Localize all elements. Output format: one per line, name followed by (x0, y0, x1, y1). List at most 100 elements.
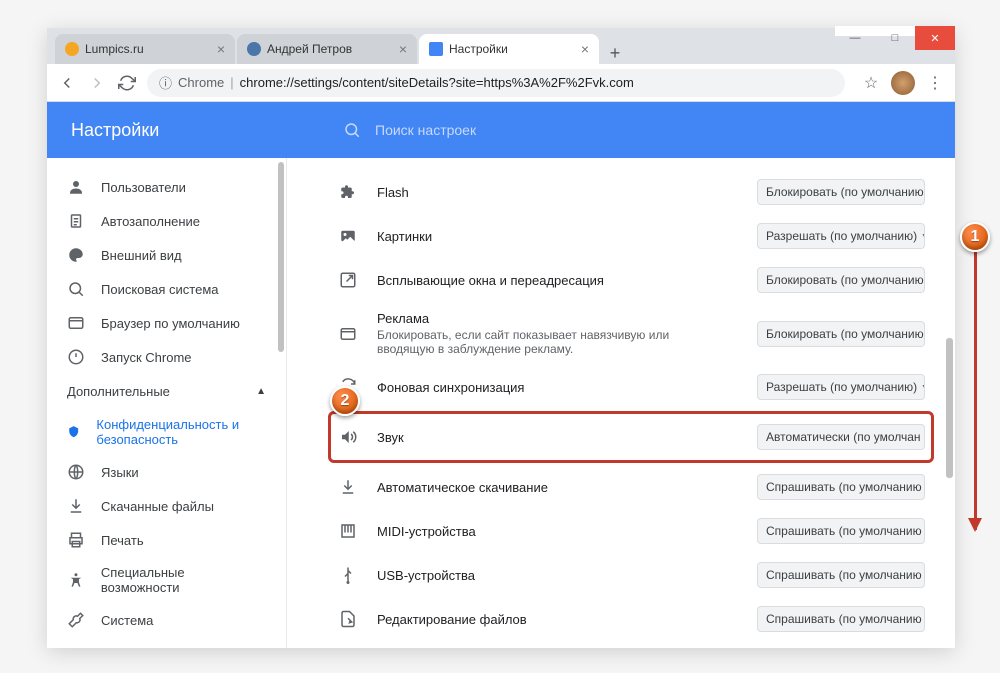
favicon-icon (65, 42, 79, 56)
back-button[interactable] (57, 73, 77, 93)
permission-row-puzzle: Доступ к плагинам вне тестовой средыСпра… (331, 641, 931, 648)
info-icon: ⓘ (159, 73, 172, 92)
sidebar-item-autofill[interactable]: Автозаполнение (47, 204, 286, 238)
reload-button[interactable] (117, 73, 137, 93)
sidebar-label: Внешний вид (101, 248, 182, 263)
image-icon (337, 227, 359, 245)
close-tab-icon[interactable]: × (217, 41, 225, 57)
popup-icon (337, 271, 359, 289)
profile-avatar[interactable] (891, 71, 915, 95)
permission-label: MIDI-устройства (377, 524, 757, 539)
tab-settings[interactable]: Настройки × (419, 34, 599, 64)
permission-label: Всплывающие окна и переадресация (377, 273, 757, 288)
clipboard-icon (67, 212, 85, 230)
dl-icon (337, 478, 359, 496)
forward-button[interactable] (87, 73, 107, 93)
close-tab-icon[interactable]: × (581, 41, 589, 57)
palette-icon (67, 246, 85, 264)
sidebar-item-system[interactable]: Система (47, 603, 286, 637)
browser-toolbar: ⓘ Chrome | chrome://settings/content/sit… (47, 64, 955, 102)
settings-search[interactable]: Поиск настроек (297, 121, 955, 139)
tab-vk[interactable]: Андрей Петров × (237, 34, 417, 64)
permission-row-midi: MIDI-устройстваСпрашивать (по умолчанию▼ (331, 509, 931, 553)
sidebar-advanced-toggle[interactable]: Дополнительные▲ (47, 374, 286, 409)
permission-row-ad: РекламаБлокировать, если сайт показывает… (331, 302, 931, 365)
permission-select[interactable]: Спрашивать (по умолчанию▼ (757, 562, 925, 588)
page-title: Настройки (47, 120, 297, 141)
tab-label: Lumpics.ru (85, 42, 144, 56)
search-placeholder: Поиск настроек (375, 122, 476, 138)
chevron-down-icon: ▼ (921, 384, 925, 391)
permission-select[interactable]: Разрешать (по умолчанию)▼ (757, 223, 925, 249)
ad-icon (337, 325, 359, 343)
sidebar-label: Языки (101, 465, 139, 480)
sidebar-item-default-browser[interactable]: Браузер по умолчанию (47, 306, 286, 340)
permission-select[interactable]: Блокировать (по умолчанию▼ (757, 321, 925, 347)
person-icon (67, 178, 85, 196)
sidebar-label: Специальные возможности (101, 565, 266, 595)
sidebar-label: Печать (101, 533, 144, 548)
settings-icon (429, 42, 443, 56)
sidebar-item-search[interactable]: Поисковая система (47, 272, 286, 306)
permission-select[interactable]: Автоматически (по умолчан▼ (757, 424, 925, 450)
sidebar-item-users[interactable]: Пользователи (47, 170, 286, 204)
sidebar-label: Запуск Chrome (101, 350, 192, 365)
permission-select[interactable]: Спрашивать (по умолчанию▼ (757, 606, 925, 632)
sidebar-section-label: Дополнительные (67, 384, 170, 399)
permission-row-sync: Фоновая синхронизацияРазрешать (по умолч… (331, 365, 931, 409)
tab-lumpics[interactable]: Lumpics.ru × (55, 34, 235, 64)
sidebar-item-startup[interactable]: Запуск Chrome (47, 340, 286, 374)
permission-row-edit: Редактирование файловСпрашивать (по умол… (331, 597, 931, 641)
search-icon (67, 280, 85, 298)
shield-icon (67, 423, 80, 441)
menu-icon[interactable]: ⋮ (925, 73, 945, 93)
permission-row-popup: Всплывающие окна и переадресацияБлокиров… (331, 258, 931, 302)
permission-row-dl: Автоматическое скачиваниеСпрашивать (по … (331, 465, 931, 509)
callout-2: 2 (330, 386, 360, 416)
sidebar-label: Конфиденциальность и безопасность (96, 417, 266, 447)
sidebar-item-a11y[interactable]: Специальные возможности (47, 557, 286, 603)
permission-select[interactable]: Блокировать (по умолчанию▼ (757, 267, 925, 293)
window-close-button[interactable]: ✕ (915, 26, 955, 50)
permission-label: USB-устройства (377, 568, 757, 583)
permission-row-puzzle: FlashБлокировать (по умолчанию▼ (331, 170, 931, 214)
address-bar[interactable]: ⓘ Chrome | chrome://settings/content/sit… (147, 69, 845, 97)
permission-select[interactable]: Спрашивать (по умолчанию▼ (757, 474, 925, 500)
tab-label: Настройки (449, 42, 508, 56)
permission-select[interactable]: Блокировать (по умолчанию▼ (757, 179, 925, 205)
puzzle-icon (337, 183, 359, 201)
power-icon (67, 348, 85, 366)
accessibility-icon (67, 571, 85, 589)
new-tab-button[interactable]: + (601, 43, 629, 64)
search-icon (343, 121, 361, 139)
permission-select[interactable]: Спрашивать (по умолчанию▼ (757, 518, 925, 544)
permission-label: Flash (377, 185, 757, 200)
browser-icon (67, 314, 85, 332)
tab-label: Андрей Петров (267, 42, 352, 56)
url-path: chrome://settings/content/siteDetails?si… (240, 75, 634, 90)
url-separator: | (230, 75, 233, 90)
permission-label: Автоматическое скачивание (377, 480, 757, 495)
sidebar-item-print[interactable]: Печать (47, 523, 286, 557)
permission-select[interactable]: Разрешать (по умолчанию)▼ (757, 374, 925, 400)
window-maximize-button[interactable]: □ (875, 26, 915, 50)
close-tab-icon[interactable]: × (399, 41, 407, 57)
arrow-indicator (974, 252, 977, 530)
bookmark-star-icon[interactable]: ☆ (861, 73, 881, 93)
main-scrollbar[interactable] (946, 338, 953, 478)
permission-label: Редактирование файлов (377, 612, 757, 627)
wrench-icon (67, 611, 85, 629)
sidebar-item-languages[interactable]: Языки (47, 455, 286, 489)
sidebar-scrollbar[interactable] (278, 162, 284, 352)
settings-header: Настройки Поиск настроек (47, 102, 955, 158)
settings-main: FlashБлокировать (по умолчанию▼КартинкиР… (287, 158, 955, 648)
window-minimize-button[interactable]: — (835, 26, 875, 50)
download-icon (67, 497, 85, 515)
content-area: Пользователи Автозаполнение Внешний вид … (47, 158, 955, 648)
printer-icon (67, 531, 85, 549)
sidebar-item-privacy[interactable]: Конфиденциальность и безопасность (47, 409, 286, 455)
sidebar-label: Автозаполнение (101, 214, 200, 229)
sidebar-item-downloads[interactable]: Скачанные файлы (47, 489, 286, 523)
favicon-icon (247, 42, 261, 56)
sidebar-item-appearance[interactable]: Внешний вид (47, 238, 286, 272)
